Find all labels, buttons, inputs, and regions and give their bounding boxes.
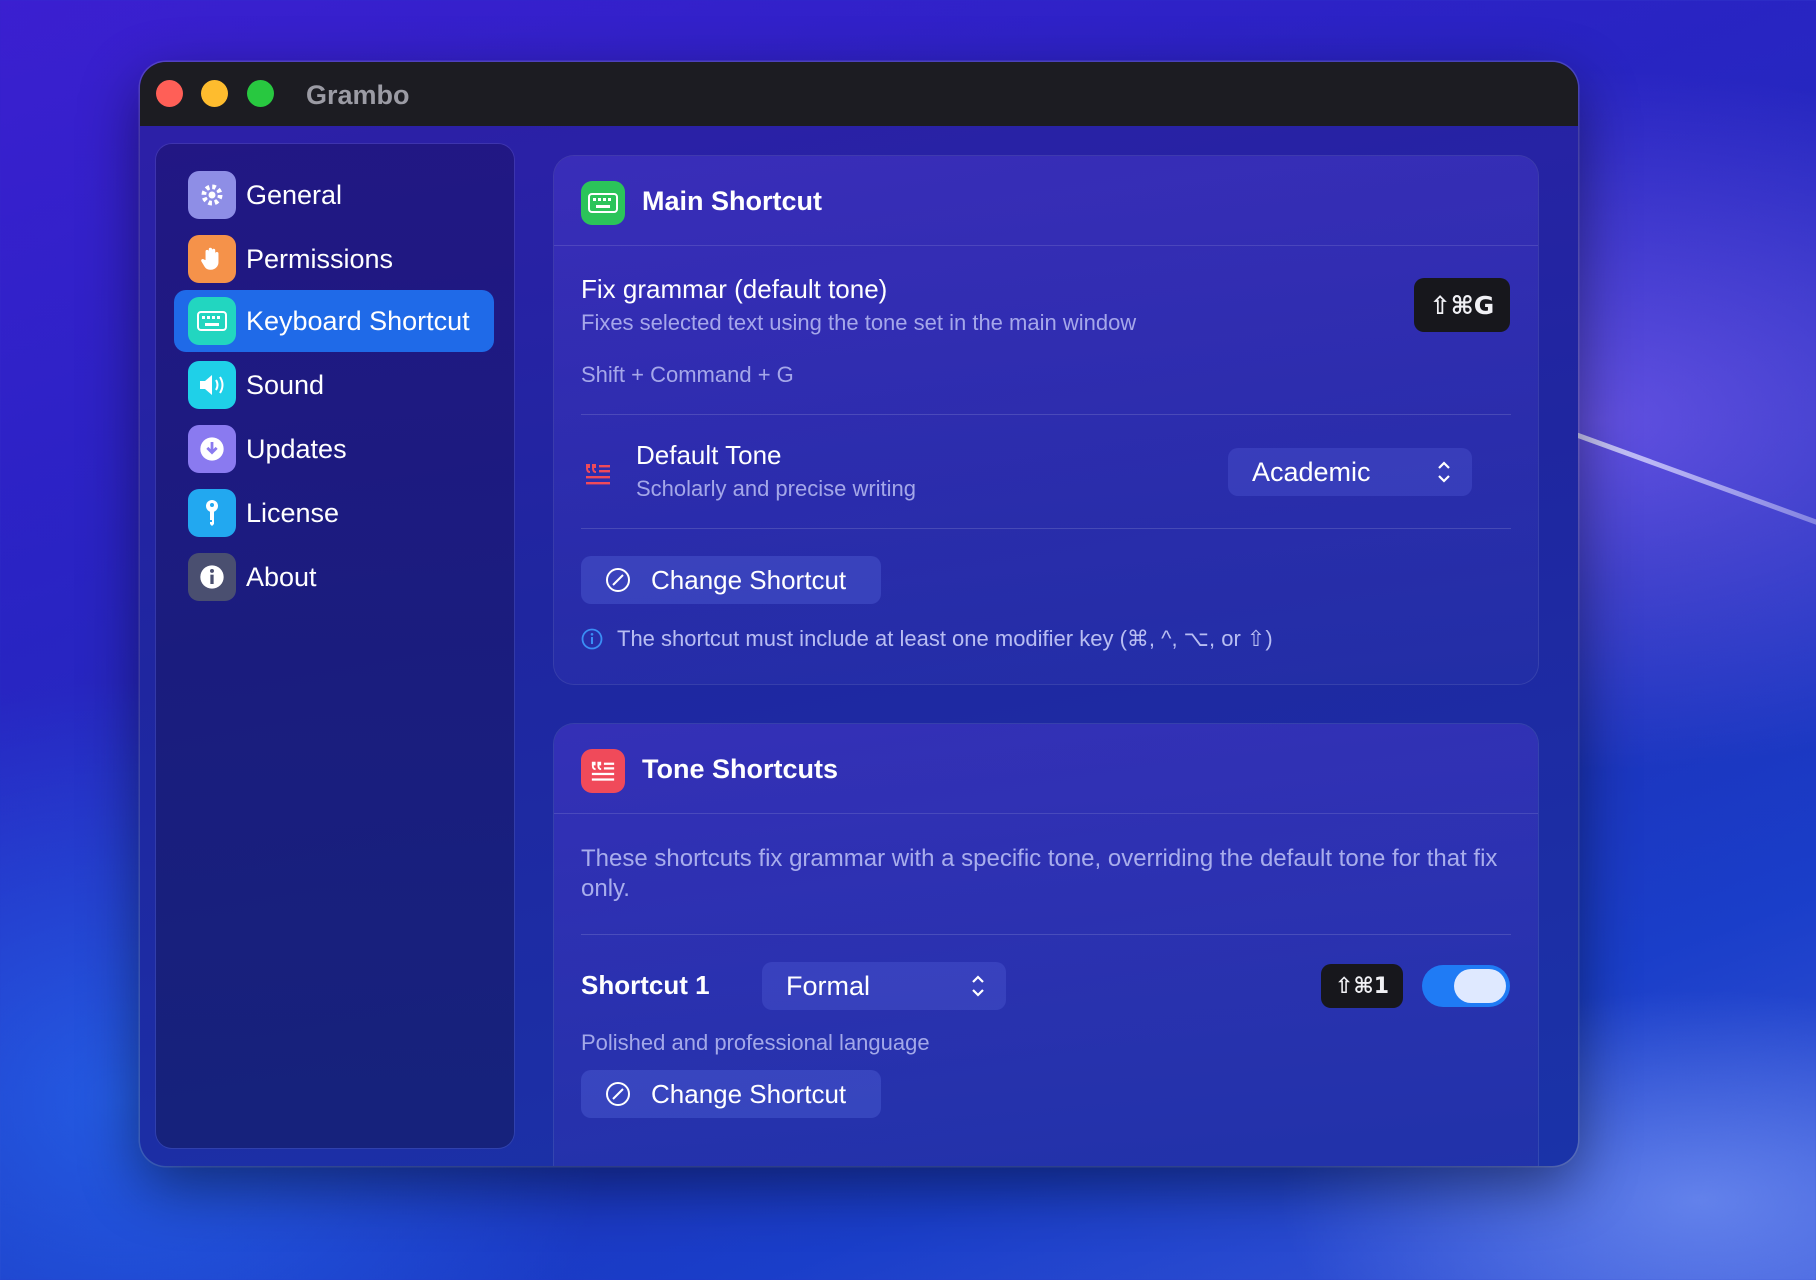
main-shortcut-keycap[interactable]: ⇧⌘G	[1414, 278, 1510, 332]
hand-icon	[188, 235, 236, 283]
sidebar-item-label: Sound	[246, 369, 325, 400]
settings-window: Grambo General Permissions Keyboard Shor…	[140, 62, 1578, 1166]
divider	[581, 528, 1511, 529]
keyboard-icon	[188, 297, 236, 345]
sidebar-item-license[interactable]: License	[174, 482, 494, 544]
main-shortcut-card: Main Shortcut Fix grammar (default tone)…	[554, 156, 1538, 684]
shortcut-1-change-button[interactable]: Change Shortcut	[581, 1070, 881, 1118]
sidebar-item-about[interactable]: About	[174, 546, 494, 608]
fix-grammar-subtitle: Fixes selected text using the tone set i…	[581, 310, 1137, 335]
zoom-window-button[interactable]	[247, 80, 274, 107]
change-shortcut-label: Change Shortcut	[651, 1078, 847, 1109]
wallpaper-streak	[1569, 430, 1816, 558]
divider	[581, 934, 1511, 935]
chevron-up-down-icon	[1438, 461, 1450, 483]
default-tone-select[interactable]: Academic	[1228, 448, 1472, 496]
sidebar-item-updates[interactable]: Updates	[174, 418, 494, 480]
sidebar-item-general[interactable]: General	[174, 164, 494, 226]
shortcut-1-tone-select[interactable]: Formal	[762, 962, 1006, 1010]
change-shortcut-button[interactable]: Change Shortcut	[581, 556, 881, 604]
shortcut-1-subtitle: Polished and professional language	[581, 1030, 930, 1055]
quote-icon	[581, 749, 625, 793]
tone-shortcuts-description: These shortcuts fix grammar with a speci…	[581, 845, 1498, 902]
window-title: Grambo	[306, 80, 410, 110]
sidebar-item-permissions[interactable]: Permissions	[174, 228, 494, 290]
tone-shortcuts-title: Tone Shortcuts	[642, 754, 839, 784]
download-icon	[188, 425, 236, 473]
gear-icon	[188, 171, 236, 219]
main-shortcut-header: Main Shortcut	[554, 156, 1538, 246]
speaker-icon	[188, 361, 236, 409]
shortcut-1-label: Shortcut 1	[581, 970, 710, 1000]
sidebar: General Permissions Keyboard Shortcut So…	[156, 144, 514, 1148]
keyboard-icon	[581, 181, 625, 225]
shortcut-1-keycap[interactable]: ⇧⌘1	[1321, 964, 1403, 1008]
info-circle-icon	[581, 628, 603, 650]
default-tone-value: Academic	[1252, 456, 1371, 487]
sidebar-item-label: License	[246, 497, 340, 528]
main-shortcut-title: Main Shortcut	[642, 186, 822, 216]
sidebar-item-label: About	[246, 561, 317, 592]
fix-grammar-title: Fix grammar (default tone)	[581, 274, 888, 304]
chevron-up-down-icon	[972, 975, 984, 997]
modifier-info-text: The shortcut must include at least one m…	[617, 626, 1273, 651]
titlebar: Grambo	[140, 62, 1578, 126]
sidebar-item-sound[interactable]: Sound	[174, 354, 494, 416]
shortcut-1-tone-value: Formal	[786, 970, 871, 1001]
close-window-button[interactable]	[156, 80, 183, 107]
key-icon	[188, 489, 236, 537]
change-shortcut-label: Change Shortcut	[651, 564, 847, 595]
sidebar-item-label: Permissions	[246, 243, 394, 274]
prohibit-icon	[606, 1082, 630, 1106]
sidebar-item-label: Updates	[246, 433, 347, 464]
tone-shortcuts-header: Tone Shortcuts	[554, 724, 1538, 814]
toggle-knob	[1454, 969, 1506, 1003]
default-tone-subtitle: Scholarly and precise writing	[636, 476, 917, 501]
tone-shortcuts-card: Tone Shortcuts These shortcuts fix gramm…	[554, 724, 1538, 1166]
modifier-info: The shortcut must include at least one m…	[581, 626, 1273, 652]
sidebar-item-label: General	[246, 179, 343, 210]
info-icon	[188, 553, 236, 601]
shortcut-description: Shift + Command + G	[581, 362, 794, 387]
minimize-window-button[interactable]	[201, 80, 228, 107]
prohibit-icon	[606, 568, 630, 592]
sidebar-item-keyboard-shortcut[interactable]: Keyboard Shortcut	[174, 290, 494, 352]
quote-icon	[584, 460, 612, 488]
default-tone-title: Default Tone	[636, 440, 782, 470]
shortcut-1-toggle[interactable]	[1422, 965, 1510, 1007]
sidebar-item-label: Keyboard Shortcut	[246, 305, 470, 336]
divider	[581, 414, 1511, 415]
